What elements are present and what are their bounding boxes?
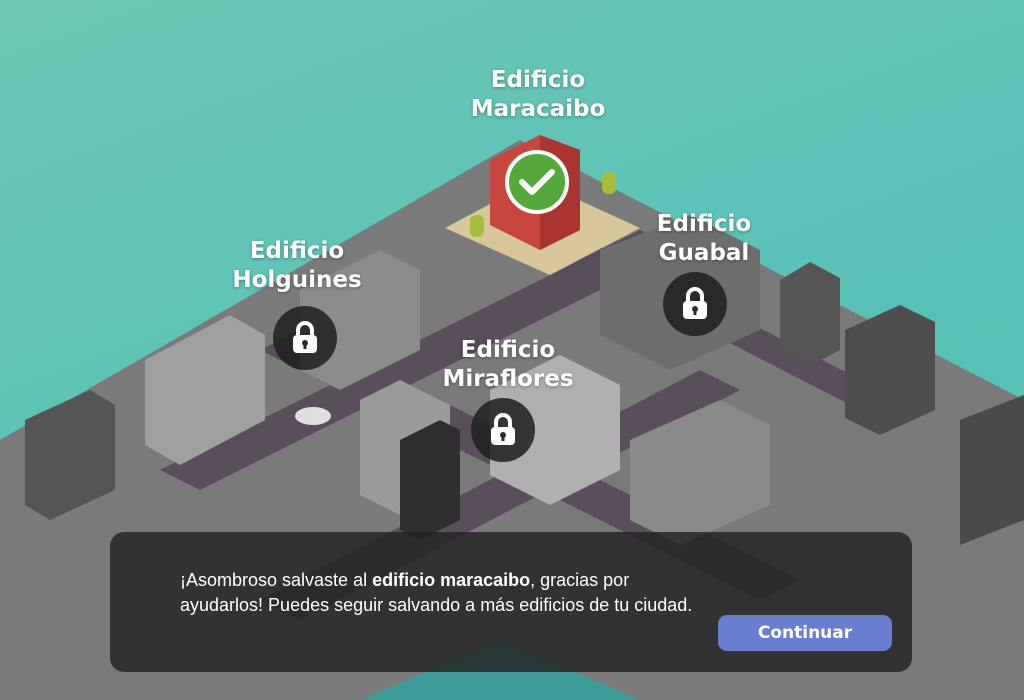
lock-icon [293,321,317,353]
saved-check-marker[interactable] [505,150,569,214]
guabal-lock-marker[interactable] [663,272,727,336]
success-dialog: ¡Asombroso salvaste al edificio maracaib… [110,532,912,672]
building [780,262,840,366]
dialog-message: ¡Asombroso salvaste al edificio maracaib… [180,568,700,618]
message-building-name: edificio maracaibo [372,570,531,590]
tree [602,172,616,194]
tree [470,215,484,237]
building [960,395,1024,545]
lock-icon [491,413,515,445]
building-label-miraflores: Edificio Miraflores [442,337,574,392]
lock-icon [683,287,707,319]
building-label-maracaibo: Edificio Maracaibo [470,67,606,122]
holguines-lock-marker[interactable] [273,306,337,370]
message-prefix: ¡Asombroso salvaste al [180,570,373,590]
miraflores-lock-marker[interactable] [471,398,535,462]
check-icon [519,169,555,195]
building [845,305,935,435]
building-label-holguines: Edificio Holguines [232,238,362,293]
building-label-guabal: Edificio Guabal [656,211,752,266]
continue-button[interactable]: Continuar [718,615,892,651]
building [400,420,460,540]
car [295,407,331,425]
